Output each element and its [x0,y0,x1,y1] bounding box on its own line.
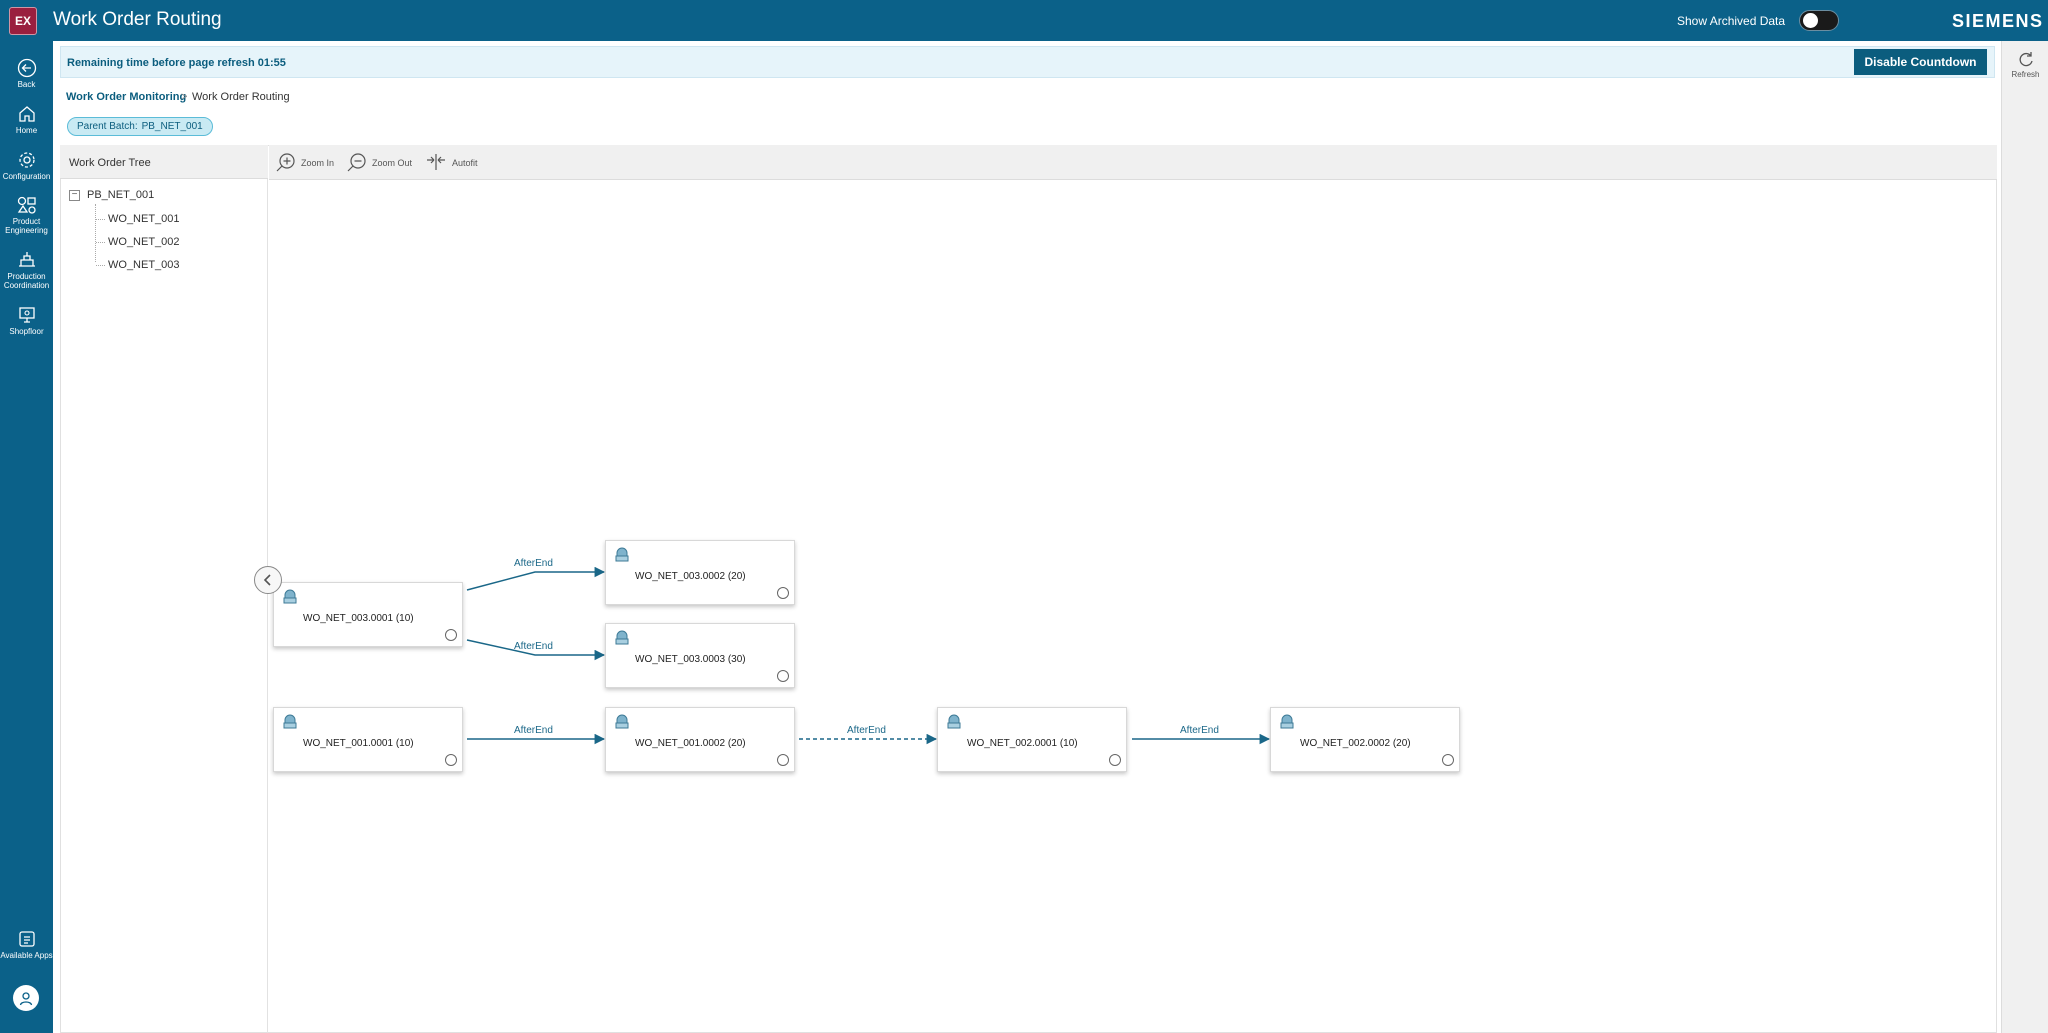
work-order-node[interactable]: WO_NET_001.0001 (10) [273,707,463,772]
node-status-indicator [445,629,457,641]
edge-label-n1-n3: AfterEnd [514,641,553,652]
node-status-indicator [445,754,457,766]
operation-icon [283,589,297,604]
work-order-node[interactable]: WO_NET_002.0002 (20) [1270,707,1460,772]
work-order-node[interactable]: WO_NET_002.0001 (10) [937,707,1127,772]
node-label: WO_NET_002.0002 (20) [1300,738,1411,749]
work-order-node[interactable]: WO_NET_003.0001 (10) [273,582,463,647]
work-order-node[interactable]: WO_NET_001.0002 (20) [605,707,795,772]
edge-label-n5-n6: AfterEnd [847,725,886,736]
operation-icon [947,714,961,729]
node-label: WO_NET_002.0001 (10) [967,738,1078,749]
node-status-indicator [777,754,789,766]
operation-icon [283,714,297,729]
edge-label-n6-n7: AfterEnd [1180,725,1219,736]
edge-label-n4-n5: AfterEnd [514,725,553,736]
chevron-left-icon [263,574,271,586]
operation-icon [1280,714,1294,729]
edge-label-n1-n2: AfterEnd [514,558,553,569]
node-label: WO_NET_003.0003 (30) [635,654,746,665]
work-order-node[interactable]: WO_NET_003.0003 (30) [605,623,795,688]
node-label: WO_NET_003.0001 (10) [303,613,414,624]
node-status-indicator [1442,754,1454,766]
node-label: WO_NET_001.0002 (20) [635,738,746,749]
edge-n1-n2[interactable] [466,566,606,591]
node-status-indicator [777,587,789,599]
graph-edges [466,566,1271,745]
work-order-node[interactable]: WO_NET_003.0002 (20) [605,540,795,605]
operation-icon [615,547,629,562]
collapse-tree-button[interactable] [254,566,282,594]
node-label: WO_NET_003.0002 (20) [635,571,746,582]
operation-icon [615,630,629,645]
node-status-indicator [1109,754,1121,766]
operation-icon [615,714,629,729]
node-status-indicator [777,670,789,682]
node-label: WO_NET_001.0001 (10) [303,738,414,749]
